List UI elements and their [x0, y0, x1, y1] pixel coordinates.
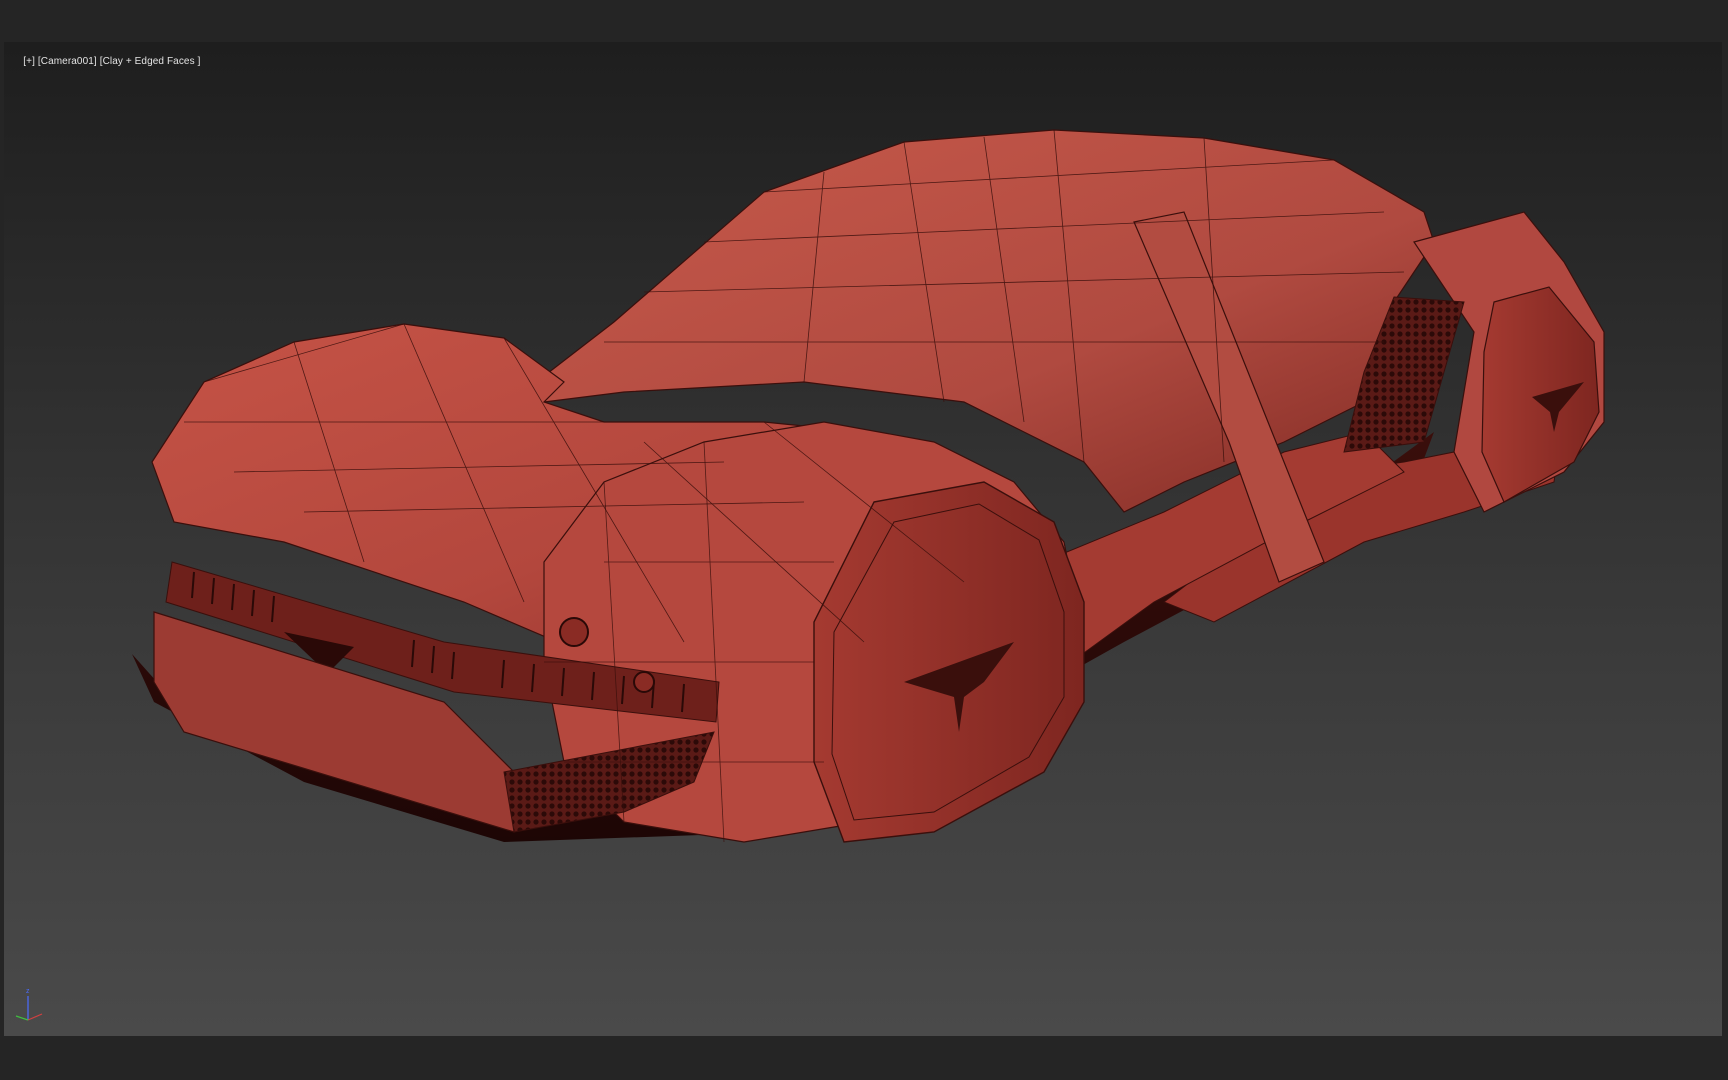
headlight-round: [559, 617, 589, 647]
viewport-menu-plus[interactable]: [+]: [23, 56, 35, 67]
viewport-shading-label[interactable]: [Clay + Edged Faces ]: [100, 56, 201, 67]
app-window: [+] [Camera001] [Clay + Edged Faces ] z: [0, 0, 1728, 1080]
axis-x-line: [27, 1013, 43, 1021]
axis-y-line: [15, 1015, 29, 1021]
axis-z-label: z: [26, 988, 30, 995]
car-model-scene[interactable]: [4, 42, 1722, 1036]
axis-gizmo: z: [15, 988, 43, 1021]
viewport-label: [+] [Camera001] [Clay + Edged Faces ]: [6, 45, 200, 78]
viewport-camera-label[interactable]: [Camera001]: [38, 56, 97, 67]
headlight-small: [633, 671, 655, 693]
viewport-camera001[interactable]: [+] [Camera001] [Clay + Edged Faces ] z: [4, 42, 1722, 1036]
